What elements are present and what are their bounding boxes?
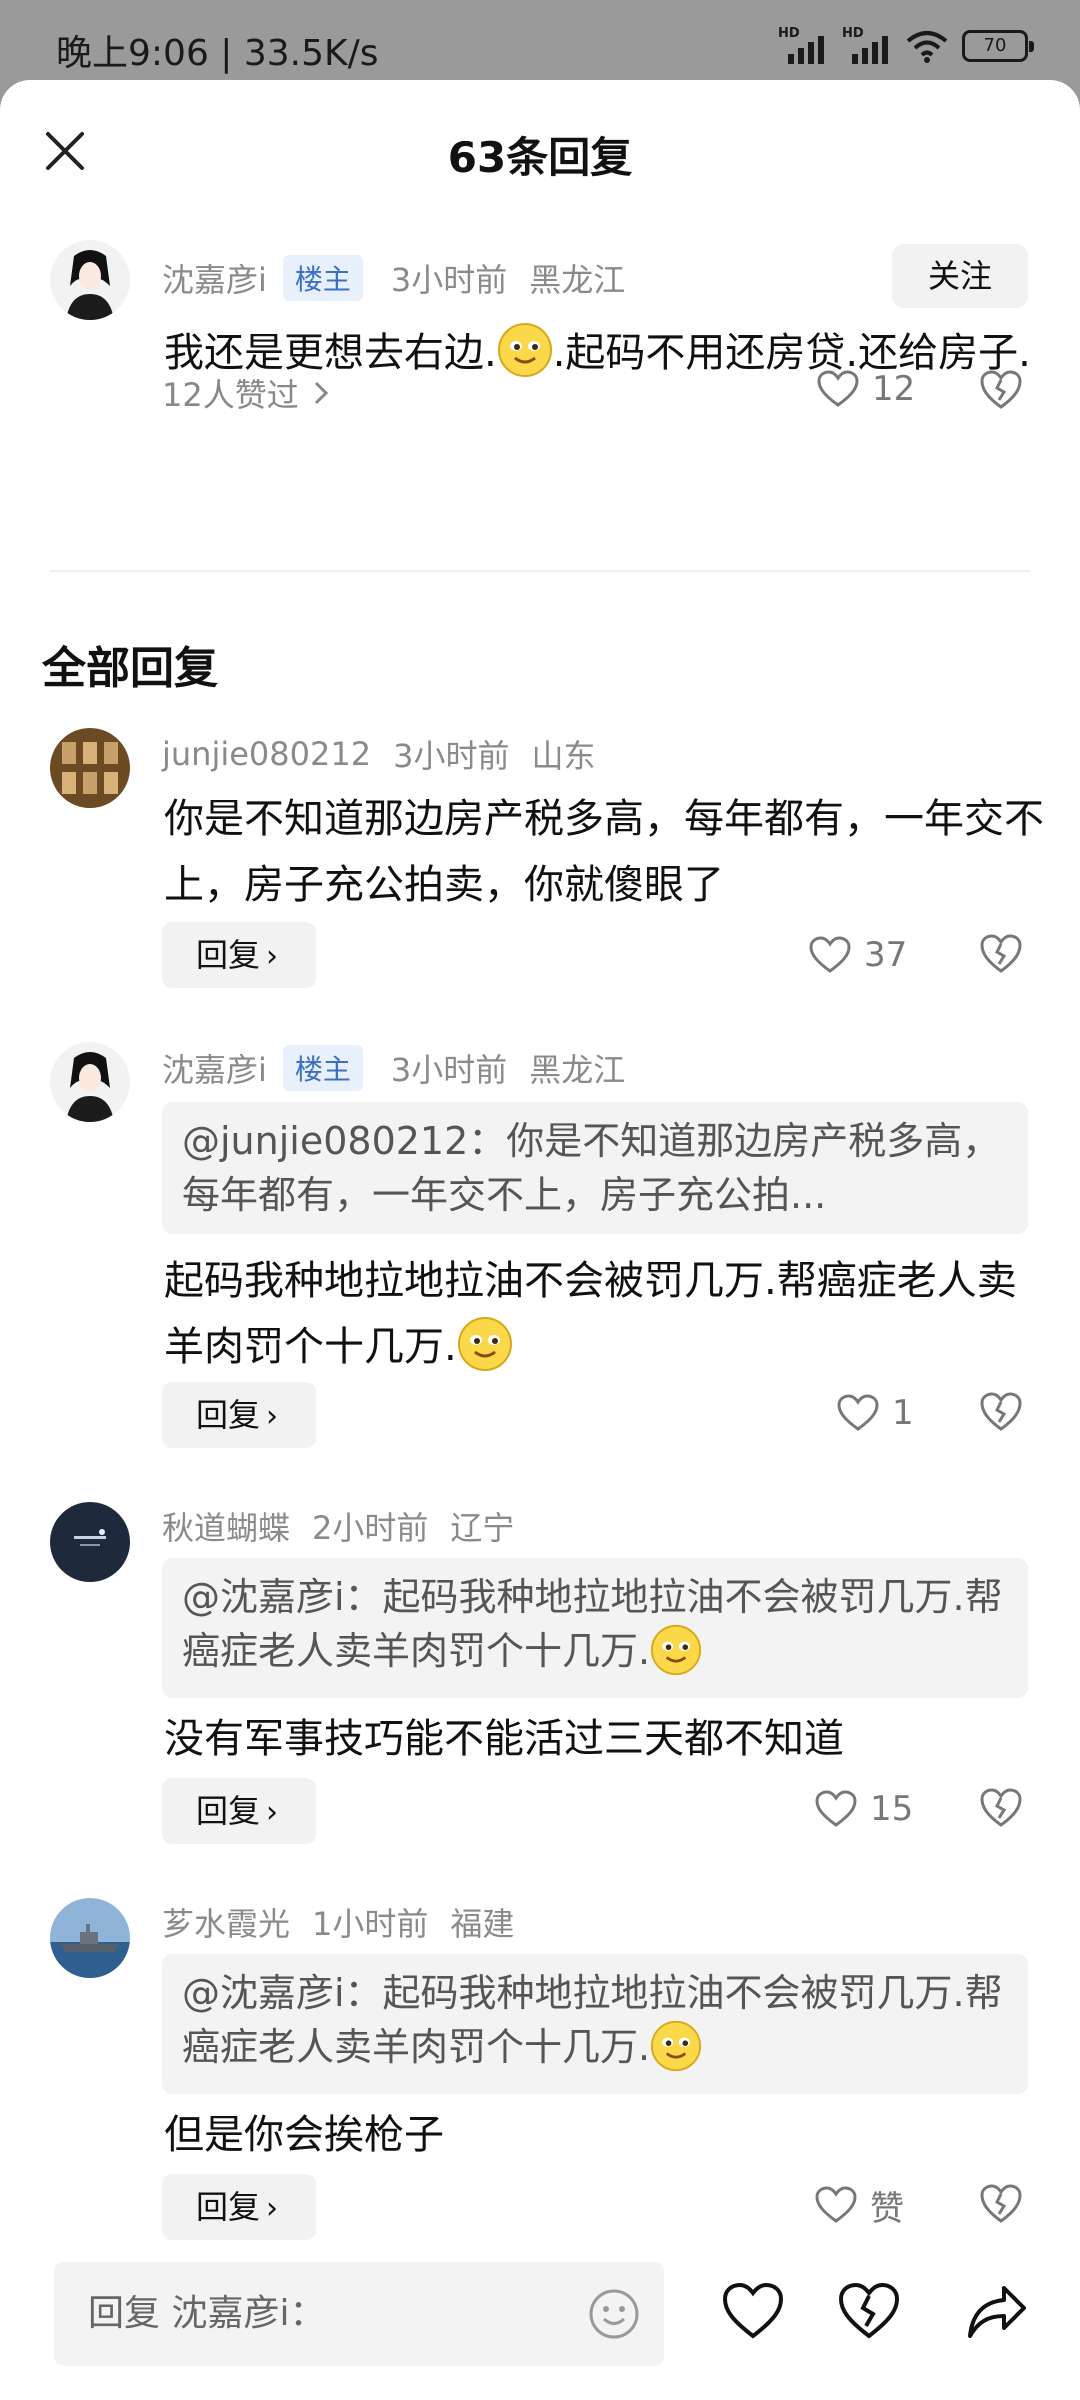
reply-button[interactable]: 回复 › [162, 1778, 316, 1844]
follow-button[interactable]: 关注 [892, 244, 1028, 308]
quoted-comment[interactable]: @沈嘉彦i：起码我种地拉地拉油不会被罚几万.帮癌症老人卖羊肉罚个十几万. [162, 1558, 1028, 1698]
status-time: 晚上9:06 | 33.5K/s [56, 33, 379, 74]
like-count: 37 [864, 935, 908, 975]
broken-heart-icon[interactable] [978, 368, 1024, 412]
comment-meta: 沈嘉彦i 楼主 3小时前 黑龙江 [162, 255, 626, 301]
broken-heart-icon[interactable] [836, 2280, 902, 2342]
chevron-right-icon: › [266, 1399, 279, 1434]
quote-text: @沈嘉彦i：起码我种地拉地拉油不会被罚几万.帮癌症老人卖羊肉罚个十几万. [182, 1971, 1003, 2069]
reply-label: 回复 [196, 2188, 261, 2226]
op-badge: 楼主 [282, 1045, 363, 1091]
like-button[interactable]: 12 [816, 364, 915, 414]
status-icons: HD HD 70 [778, 26, 1034, 66]
heart-icon [815, 2186, 857, 2223]
replies-sheet: 63条回复 沈嘉彦i 楼主 3小时前 黑龙江 关注 我还是更想去右边. .起码不用… [0, 80, 1080, 2400]
signal-icon-2: HD [842, 26, 892, 66]
comment-meta: 沈嘉彦i 楼主 3小时前 黑龙江 [162, 1045, 626, 1091]
broken-heart-icon[interactable] [978, 1390, 1024, 1434]
chevron-right-icon: › [266, 1795, 279, 1830]
heart-icon [817, 370, 859, 407]
smile-emoji-icon [651, 1624, 702, 1676]
comment-meta: 秋道蝴蝶 2小时前 辽宁 [162, 1504, 514, 1548]
reply-button[interactable]: 回复 › [162, 2174, 316, 2240]
author-name[interactable]: junjie080212 [162, 735, 371, 773]
comment-text: 起码我种地拉地拉油不会被罚几万.帮癌症老人卖羊肉罚个十几万. [164, 1248, 1044, 1380]
comment-time: 3小时前 [393, 737, 510, 775]
like-button[interactable]: 赞 [814, 2180, 904, 2230]
divider [50, 570, 1030, 572]
like-count: 赞 [870, 2188, 904, 2229]
chevron-right-icon: › [266, 2191, 279, 2226]
like-button[interactable]: 15 [814, 1784, 913, 1834]
avatar[interactable] [50, 1502, 130, 1582]
like-button[interactable]: 37 [808, 930, 907, 980]
avatar[interactable] [50, 1042, 130, 1122]
reply-label: 回复 [196, 936, 261, 974]
comment-time: 3小时前 [390, 1051, 508, 1089]
broken-heart-icon[interactable] [978, 932, 1024, 976]
reply-label: 回复 [196, 1792, 261, 1830]
heart-icon[interactable] [720, 2280, 786, 2342]
broken-heart-icon[interactable] [978, 2182, 1024, 2226]
like-count: 15 [870, 1789, 914, 1829]
comment-time: 2小时前 [312, 1509, 429, 1547]
smile-emoji-icon [651, 2020, 702, 2072]
emoji-picker-icon[interactable] [588, 2288, 640, 2340]
likers-count: 12人赞过 [162, 376, 299, 414]
comment-location: 福建 [450, 1905, 515, 1943]
comment-location: 黑龙江 [529, 1051, 626, 1089]
avatar[interactable] [50, 728, 130, 808]
quote-text: @沈嘉彦i：起码我种地拉地拉油不会被罚几万.帮癌症老人卖羊肉罚个十几万. [182, 1575, 1003, 1673]
signal-icon: HD [778, 26, 828, 66]
reply-button[interactable]: 回复 › [162, 922, 316, 988]
smile-emoji-icon [497, 323, 552, 377]
likers-link[interactable]: 12人赞过 [162, 370, 329, 416]
chevron-right-icon: › [266, 939, 279, 974]
comment-text: 你是不知道那边房产税多高，每年都有，一年交不上，房子充公拍卖，你就傻眼了 [164, 796, 1044, 908]
chevron-right-icon [314, 381, 328, 405]
heart-icon [815, 1790, 857, 1827]
like-count: 1 [892, 1393, 914, 1433]
avatar[interactable] [50, 240, 130, 320]
comment-meta: 芗水霞光 1小时前 福建 [162, 1900, 514, 1944]
like-button[interactable]: 1 [836, 1388, 914, 1438]
wifi-icon [906, 31, 948, 63]
avatar[interactable] [50, 1898, 130, 1978]
smile-emoji-icon [457, 1317, 512, 1371]
comment-text-content: 起码我种地拉地拉油不会被罚几万.帮癌症老人卖羊肉罚个十几万. [164, 1258, 1017, 1370]
heart-icon [809, 936, 851, 973]
comment-text-part-2: .起码不用还房贷.还给房子. [552, 330, 1031, 376]
page-title: 63条回复 [447, 133, 633, 182]
comment-time: 1小时前 [312, 1905, 429, 1943]
comment-location: 辽宁 [450, 1509, 515, 1547]
comment-time: 3小时前 [390, 261, 508, 299]
reply-button[interactable]: 回复 › [162, 1382, 316, 1448]
comment-location: 山东 [531, 737, 596, 775]
op-badge: 楼主 [282, 255, 363, 301]
battery-icon: 70 [962, 30, 1034, 62]
author-name[interactable]: 秋道蝴蝶 [162, 1503, 290, 1549]
author-name[interactable]: 沈嘉彦i [162, 1045, 267, 1091]
comment-text: 但是你会挨枪子 [164, 2112, 444, 2158]
reply-label: 回复 [196, 1396, 261, 1434]
comment-location: 黑龙江 [529, 261, 626, 299]
author-name[interactable]: 芗水霞光 [162, 1899, 290, 1945]
quoted-comment[interactable]: @沈嘉彦i：起码我种地拉地拉油不会被罚几万.帮癌症老人卖羊肉罚个十几万. [162, 1954, 1028, 2094]
author-name[interactable]: 沈嘉彦i [162, 255, 267, 301]
heart-icon [837, 1394, 879, 1431]
like-count: 12 [872, 369, 916, 409]
quoted-comment[interactable]: @junjie080212：你是不知道那边房产税多高，每年都有，一年交不上，房子… [162, 1102, 1028, 1234]
section-title: 全部回复 [42, 643, 218, 694]
broken-heart-icon[interactable] [978, 1786, 1024, 1830]
comment-text: 没有军事技巧能不能活过三天都不知道 [164, 1716, 844, 1762]
reply-input[interactable]: 回复 沈嘉彦i： [54, 2262, 664, 2366]
reply-input-placeholder: 回复 沈嘉彦i： [88, 2293, 326, 2334]
comment-meta: junjie080212 3小时前 山东 [162, 732, 595, 776]
share-icon[interactable] [964, 2280, 1030, 2342]
